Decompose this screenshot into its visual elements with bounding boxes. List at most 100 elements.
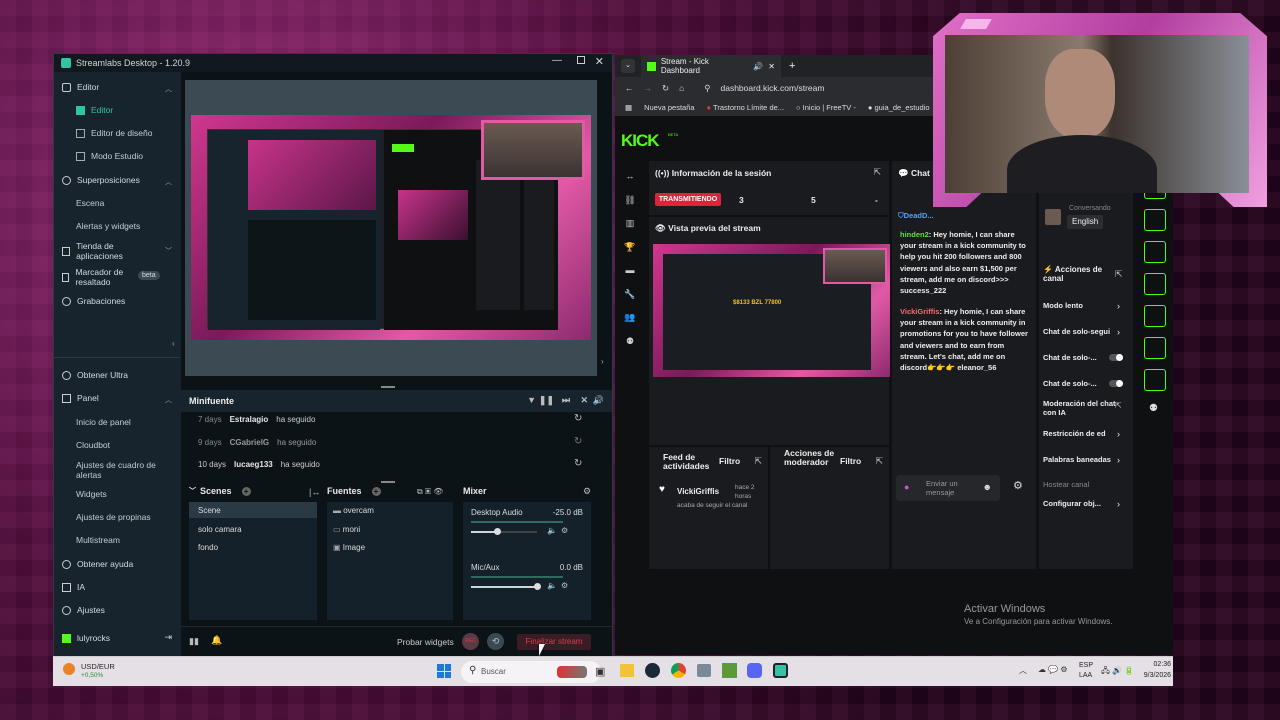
notes-icon[interactable] [1144,241,1166,263]
chat-username[interactable]: VickiGriffis [900,307,939,316]
chat-bubble-icon[interactable] [1144,273,1166,295]
channel-action-item[interactable]: Palabras baneadas [1043,455,1117,464]
bot-icon[interactable]: ⚉ [621,330,639,354]
nav-tips[interactable]: Ajustes de propinas [76,512,151,522]
bookmark-item[interactable]: Nueva pestaña [644,103,694,112]
tray-icons[interactable]: ☁ 💬 ⚙ [1038,665,1068,674]
stream-icon[interactable]: ↔ [621,165,639,189]
clock-time[interactable]: 02:36 [1145,661,1171,668]
scene-transition-icon[interactable]: |↔ [309,487,320,497]
layout-icon[interactable] [1144,337,1166,359]
chat-input[interactable]: ● Enviar un mensaje ☻ [896,475,1000,501]
gear-icon[interactable]: ⚙ [561,581,568,590]
add-scene-icon[interactable]: + [241,486,251,496]
volume-icon[interactable]: 🔊 [593,395,604,406]
add-source-icon[interactable]: + [371,486,381,496]
nav-panel-home[interactable]: Inicio de panel [76,417,131,427]
popout-icon[interactable]: ⇱ [1115,269,1123,280]
chevron-right-icon[interactable]: › [1117,455,1120,465]
emoji-icon[interactable]: ☻ [983,482,992,492]
discord-icon[interactable] [747,663,762,678]
skip-icon[interactable]: ⏭ [562,395,570,406]
steam-icon[interactable] [645,663,660,678]
input-language[interactable]: ESP [1079,662,1093,669]
chevron-right-icon[interactable]: › [1117,301,1120,311]
resize-handle[interactable] [381,386,395,388]
gear-icon[interactable]: ⚙ [1013,479,1023,492]
channel-action-item[interactable]: Restricción de ed [1043,429,1117,438]
channel-action-item[interactable]: Hostear canal [1043,480,1117,489]
nav-multistream[interactable]: Multistream [76,535,120,545]
ticker-label[interactable]: USD/EUR [81,662,115,671]
scene-item[interactable]: solo camara [198,525,242,534]
volume-slider-knob[interactable] [494,528,502,535]
channel-action-item[interactable]: Modo lento [1043,301,1117,310]
pause-icon[interactable]: ❚❚ [539,395,554,406]
maximize-button[interactable] [577,56,585,64]
popout-icon[interactable]: ⇱ [875,456,883,467]
replay-icon[interactable]: ↻ [574,458,582,469]
chat-username[interactable]: hinden2 [900,230,929,239]
test-widgets-button[interactable]: Probar widgets [397,637,454,647]
app-icon[interactable] [697,664,711,677]
reload-icon[interactable]: ↻ [662,83,669,94]
users-icon[interactable]: 👥 [621,306,639,330]
chevron-down-icon[interactable]: ﹀ [165,246,172,256]
start-icon[interactable] [437,664,451,678]
nav-cloudbot[interactable]: Cloudbot [76,440,110,450]
back-icon[interactable]: ← [625,83,634,93]
nav-alerts[interactable]: Alertas y widgets [76,221,140,231]
minecraft-icon[interactable] [722,663,737,678]
nav-user[interactable]: lulyrocks [62,633,110,643]
bookmark-item[interactable]: ● Trastorno Límite de... [707,103,785,112]
gear-icon[interactable]: ⚙ [561,526,568,535]
popout-icon[interactable]: ⇱ [873,167,881,178]
new-tab-icon[interactable]: + [789,60,795,72]
file-explorer-icon[interactable] [620,664,634,677]
link-icon[interactable]: ⛓ [621,189,639,213]
chevron-up-icon[interactable]: ︿ [165,395,172,405]
filter-button[interactable]: Filtro [719,456,740,466]
end-stream-button[interactable]: Finalizar stream [517,634,591,650]
resize-handle[interactable] [381,481,395,483]
lightning-icon[interactable] [1144,209,1166,231]
filter-icon[interactable]: ▼ [527,395,536,405]
popout-icon[interactable]: ⇱ [754,456,762,467]
replay-buffer-icon[interactable]: ⟲ [487,633,504,650]
active-tab[interactable]: Stream - Kick Dashboard 🔊 ✕ [641,55,781,77]
chevron-up-icon[interactable]: ︿ [165,177,172,187]
nav-studio-mode[interactable]: Modo Estudio [76,151,143,161]
site-info-icon[interactable]: ⚲ [704,83,710,94]
toggle-switch[interactable] [1109,380,1123,387]
nav-settings[interactable]: Ajustes [62,605,105,615]
nav-highlighter[interactable]: Marcador de resaltado [62,267,142,287]
toggle-switch[interactable] [1109,354,1123,361]
streamlabs-taskbar-icon[interactable] [773,663,788,678]
filter-button[interactable]: Filtro [840,456,861,466]
nav-panel[interactable]: Panel [62,393,99,403]
wrench-icon[interactable]: 🔧 [621,283,639,307]
nav-editor-sub[interactable]: Editor [76,105,113,115]
tray-chevron-icon[interactable]: ︿ [1019,665,1027,676]
bookmark-item[interactable]: ● guia_de_estudio [868,103,930,112]
chevron-up-icon[interactable]: ︿ [165,84,172,94]
nav-widgets[interactable]: Widgets [76,489,107,499]
search-box[interactable]: ⚲ Buscar [461,661,601,683]
minimize-button[interactable]: — [552,55,562,66]
source-item[interactable]: ▣ Image [333,543,365,552]
video-icon[interactable]: ▬ [621,259,639,283]
channel-action-item[interactable]: Chat de solo-... [1043,379,1117,388]
chevron-right-icon[interactable]: › [1117,327,1120,337]
apps-icon[interactable]: ▦ [625,103,632,112]
gear-icon[interactable]: ⚙ [583,486,591,497]
audio-icon[interactable]: 🔊 [753,62,763,71]
popout-icon[interactable]: ⇱ [1115,401,1122,410]
source-group-icon[interactable]: ⧉ ▣ 👁 [417,487,443,497]
broadcast-icon[interactable] [1144,305,1166,327]
trophy-icon[interactable]: 🏆 [621,236,639,260]
chevron-right-icon[interactable]: › [1117,499,1120,509]
kick-logo[interactable]: KICK [621,131,660,151]
add-action-icon[interactable]: ⚉ [1149,403,1158,414]
scene-item[interactable]: fondo [198,543,218,552]
stats-icon[interactable]: ▮▮ [189,636,199,647]
